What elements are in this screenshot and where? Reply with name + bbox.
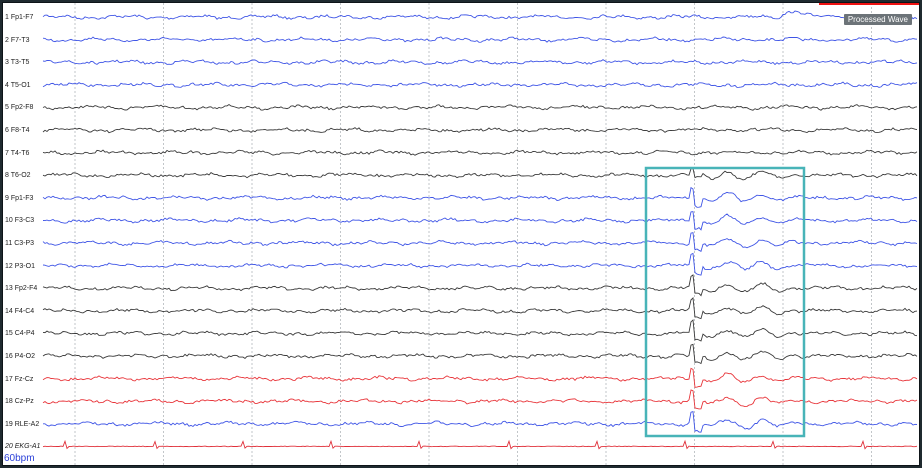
channel-label-fp1-f3: 9 Fp1-F3 xyxy=(5,194,34,202)
channel-label-f3-c3: 10 F3-C3 xyxy=(5,217,35,225)
eeg-trace-fp1-f3 xyxy=(42,186,918,208)
channel-label-t5-o1: 4 T5-O1 xyxy=(5,81,31,89)
eeg-trace-f4-c4 xyxy=(42,297,918,320)
eeg-trace-fp2-f8 xyxy=(42,103,918,111)
channel-label-f4-c4: 14 F4-C4 xyxy=(5,307,35,315)
channel-label-f7-t3: 2 F7-T3 xyxy=(5,36,30,44)
channel-label-p4-o2: 16 P4-O2 xyxy=(5,353,35,360)
channel-label-fp2-f4: 13 Fp2-F4 xyxy=(5,285,38,293)
channel-label-cz-pz: 18 Cz-Pz xyxy=(5,398,34,406)
eeg-trace-cz-pz xyxy=(42,389,918,410)
eeg-trace-t5-o1 xyxy=(42,81,918,88)
channel-label-c3-p3: 11 C3-P3 xyxy=(5,240,35,247)
eeg-trace-c4-p4 xyxy=(42,319,918,342)
eeg-trace-f7-t3 xyxy=(42,36,918,43)
channel-label-fz-cz: 17 Fz-Cz xyxy=(5,375,34,383)
eeg-trace-f8-t4 xyxy=(42,126,918,134)
highlight-box[interactable] xyxy=(644,166,806,438)
heart-rate-readout: 60bpm xyxy=(3,453,35,465)
event-marker-bar xyxy=(799,3,919,5)
eeg-trace-t6-o2 xyxy=(42,168,918,181)
processed-wave-tag[interactable]: Processed Wave xyxy=(843,14,912,25)
eeg-trace-fp1-f7 xyxy=(42,10,918,20)
channel-label-c4-p4: 15 C4-P4 xyxy=(5,330,35,338)
eeg-trace-p3-o1 xyxy=(42,252,918,276)
eeg-trace-rle-a2 xyxy=(43,411,918,433)
eeg-trace-fp2-f4 xyxy=(42,274,918,297)
channel-label-f8-t4: 6 F8-T4 xyxy=(5,127,30,134)
eeg-trace-p4-o2 xyxy=(42,343,918,365)
eeg-trace-t4-t6 xyxy=(42,149,918,156)
eeg-trace-ekg-a1 xyxy=(42,439,918,450)
channel-label-t3-t5: 3 T3-T5 xyxy=(5,59,30,67)
channel-label-rle-a2: 19 RLE-A2 xyxy=(5,420,40,428)
eeg-trace-c3-p3 xyxy=(42,232,918,252)
eeg-trace-f3-c3 xyxy=(42,211,918,231)
channel-label-fp1-f7: 1 Fp1-F7 xyxy=(5,14,34,21)
channel-label-fp2-f8: 5 Fp2-F8 xyxy=(5,104,34,112)
eeg-trace-fz-cz xyxy=(42,367,918,388)
eeg-display[interactable]: 1 Fp1-F7 2 F7-T3 3 T3-T5 4 T5-O1 5 Fp2-F8 6 F… xyxy=(2,2,920,466)
eeg-trace-t3-t5 xyxy=(42,59,918,66)
channel-label-ekg-a1: 20 EKG-A1 xyxy=(5,443,41,451)
channel-label-t6-o2: 8 T6-O2 xyxy=(5,172,31,180)
eeg-traces-canvas xyxy=(42,3,918,465)
channel-label-column: 1 Fp1-F7 2 F7-T3 3 T3-T5 4 T5-O1 5 Fp2-F8 6 F… xyxy=(3,3,43,465)
channel-label-p3-o1: 12 P3-O1 xyxy=(5,262,35,270)
channel-label-t4-t6: 7 T4-T6 xyxy=(5,149,30,157)
